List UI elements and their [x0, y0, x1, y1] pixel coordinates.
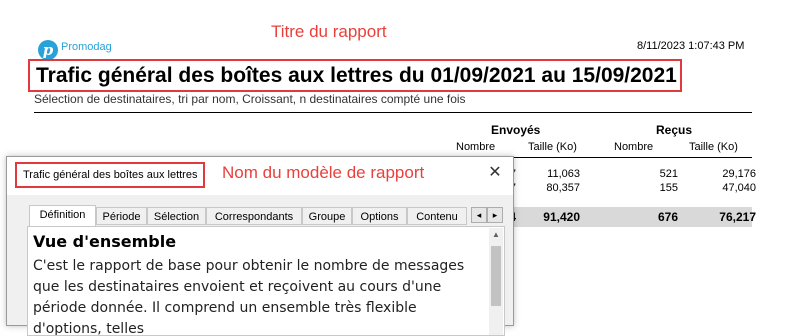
- col-header-sent-count: Nombre: [456, 141, 496, 153]
- promodag-logo-icon: p: [38, 40, 58, 60]
- tab-correspondants[interactable]: Correspondants: [206, 207, 302, 225]
- tab-definition[interactable]: Définition: [29, 205, 96, 226]
- total-received-count: 676: [657, 210, 678, 224]
- scroll-thumb[interactable]: [491, 246, 501, 306]
- report-timestamp: 8/11/2023 1:07:43 PM: [637, 40, 745, 52]
- report-title: Trafic général des boîtes aux lettres du…: [36, 64, 677, 87]
- panel-heading: Vue d'ensemble: [33, 232, 177, 251]
- tab-content[interactable]: Contenu: [407, 207, 467, 225]
- table-cell: 80,357: [546, 182, 580, 194]
- tab-period[interactable]: Période: [96, 207, 147, 225]
- tab-options[interactable]: Options: [352, 207, 407, 225]
- close-icon[interactable]: ✕: [485, 163, 505, 183]
- tab-group[interactable]: Groupe: [302, 207, 352, 225]
- received-group-header: Reçus: [656, 123, 693, 137]
- table-cell: 521: [659, 168, 678, 180]
- col-header-received-count: Nombre: [614, 141, 654, 153]
- col-header-received-size: Taille (Ko): [689, 141, 738, 153]
- total-received-size: 76,217: [719, 210, 756, 224]
- report-title-annotation: Titre du rapport: [271, 22, 387, 41]
- tab-selection[interactable]: Sélection: [147, 207, 206, 225]
- panel-scrollbar[interactable]: ▲: [489, 228, 503, 335]
- total-sent-size: 91,420: [543, 210, 580, 224]
- table-cell: 29,176: [722, 168, 756, 180]
- report-subtitle: Sélection de destinataires, tri par nom,…: [34, 92, 466, 106]
- dialog-title: Trafic général des boîtes aux lettres: [15, 162, 206, 188]
- table-cell: 47,040: [722, 182, 756, 194]
- col-header-sent-size: Taille (Ko): [528, 141, 577, 153]
- sent-group-header: Envoyés: [491, 123, 541, 137]
- table-cell: 155: [659, 182, 678, 194]
- brand-name: Promodag: [61, 41, 112, 53]
- report-header-divider: [34, 112, 752, 113]
- template-name-annotation: Nom du modèle de rapport: [222, 163, 425, 182]
- table-cell: 11,063: [547, 168, 580, 180]
- tab-scroll-right-icon[interactable]: ▸: [487, 207, 503, 223]
- panel-description: C'est le rapport de base pour obtenir le…: [33, 258, 465, 336]
- tab-scroll-left-icon[interactable]: ◂: [471, 207, 487, 223]
- scroll-up-icon[interactable]: ▲: [491, 230, 501, 242]
